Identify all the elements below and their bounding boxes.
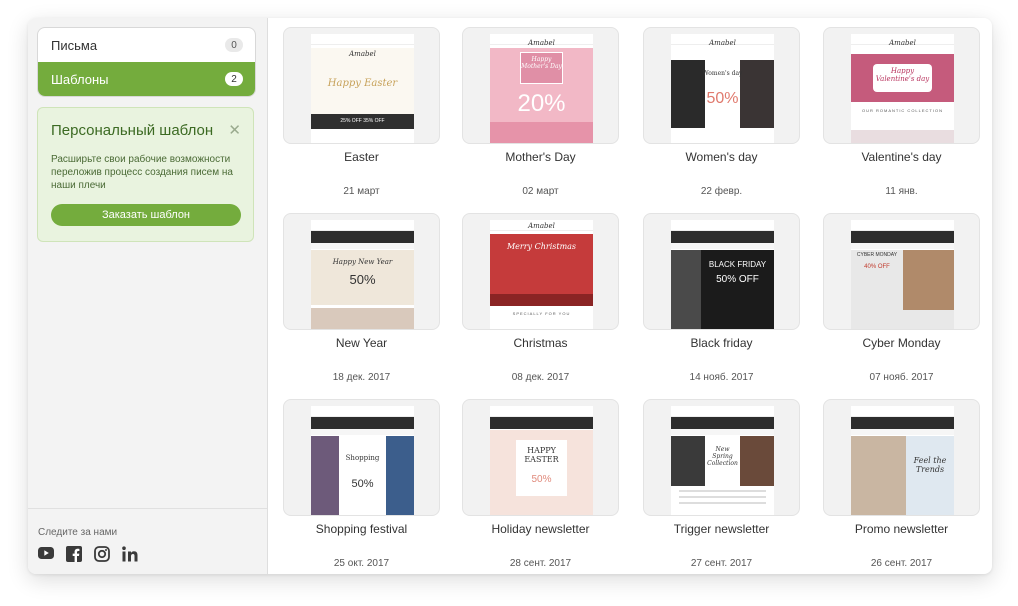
preview-sub: 50%	[706, 90, 739, 107]
preview-headline: New Spring Collection	[707, 446, 738, 467]
promo-title: Персональный шаблон	[51, 122, 214, 139]
template-date: 11 янв.	[885, 186, 918, 197]
follow-us: Следите за нами	[28, 508, 267, 574]
email-preview: Happy New Year 50%	[311, 220, 414, 329]
email-preview: Amabel Happy Mother's Day 20%	[490, 34, 593, 143]
template-thumbnail[interactable]: BLACK FRIDAY 50% OFF	[643, 213, 800, 330]
preview-sub: 20%	[517, 90, 566, 117]
template-date: 22 февр.	[700, 186, 743, 197]
preview-sub: 50%	[531, 474, 552, 485]
email-preview: Amabel Merry Christmas SPECIALLY FOR YOU	[490, 220, 593, 329]
preview-headline: BLACK FRIDAY	[708, 260, 767, 269]
brand-text: Amabel	[528, 39, 555, 47]
count-badge: 2	[225, 72, 243, 86]
order-template-button[interactable]: Заказать шаблон	[51, 204, 241, 226]
promo-text: Расширьте свои рабочие возможности перел…	[51, 154, 233, 191]
template-name: Mother's Day	[505, 150, 576, 164]
template-date: 18 дек. 2017	[332, 372, 391, 383]
template-name: Trigger newsletter	[673, 522, 770, 536]
template-thumbnail[interactable]: Amabel Happy Easter 25% OFF 35% OFF	[283, 27, 440, 144]
template-date: 28 сент. 2017	[509, 558, 572, 569]
folder-nav: Письма 0 Шаблоны 2	[37, 27, 256, 97]
nav-item-templates[interactable]: Шаблоны 2	[38, 62, 255, 96]
brand-text: Amabel	[528, 222, 555, 230]
preview-sub: 50%	[349, 272, 376, 287]
template-name: Christmas	[513, 336, 568, 350]
nav-item-label: Письма	[51, 37, 98, 53]
template-name: Cyber Monday	[862, 336, 941, 350]
preview-headline: CYBER MONDAY	[856, 252, 898, 258]
preview-headline: Feel the Trends	[913, 456, 947, 474]
email-preview: Amabel Women's day 50%	[671, 34, 774, 143]
template-date: 21 март	[343, 186, 380, 197]
instagram-icon[interactable]	[94, 546, 110, 562]
preview-headline: Shopping	[345, 454, 380, 462]
preview-sub: SPECIALLY FOR YOU	[512, 311, 571, 316]
brand-text: Amabel	[349, 50, 376, 58]
template-date: 14 нояб. 2017	[689, 372, 754, 383]
preview-headline: Merry Christmas	[506, 242, 577, 251]
brand-text: Amabel	[889, 39, 916, 47]
email-preview: Amabel Happy Valentine's day OUR ROMANTI…	[851, 34, 954, 143]
template-name: Promo newsletter	[854, 522, 949, 536]
template-thumbnail[interactable]: CYBER MONDAY 40% OFF	[823, 213, 980, 330]
template-name: Black friday	[690, 336, 753, 350]
email-preview: BLACK FRIDAY 50% OFF	[671, 220, 774, 329]
nav-item-label: Шаблоны	[51, 71, 109, 87]
close-icon[interactable]: ✕	[228, 121, 241, 139]
preview-sub: 25% OFF 35% OFF	[340, 118, 385, 124]
brand-text: Amabel	[709, 39, 736, 47]
preview-sub: 50%	[351, 478, 374, 490]
template-name: Women's day	[685, 150, 758, 164]
template-name: New Year	[335, 336, 388, 350]
preview-headline: Happy New Year	[332, 258, 393, 266]
youtube-icon[interactable]	[38, 546, 54, 562]
template-thumbnail[interactable]: Amabel Happy Valentine's day OUR ROMANTI…	[823, 27, 980, 144]
sidebar: Письма 0 Шаблоны 2 Персональный шаблон ✕…	[28, 18, 268, 574]
template-date: 08 дек. 2017	[511, 372, 570, 383]
preview-headline: Happy Easter	[327, 78, 398, 89]
template-thumbnail[interactable]: Shopping 50%	[283, 399, 440, 516]
preview-headline: Women's day	[702, 70, 743, 77]
template-name: Valentine's day	[861, 150, 942, 164]
preview-headline: Happy Mother's Day	[521, 56, 562, 70]
template-thumbnail[interactable]: Amabel Women's day 50%	[643, 27, 800, 144]
template-thumbnail[interactable]: Amabel Happy Mother's Day 20%	[462, 27, 619, 144]
email-preview: HAPPY EASTER 50%	[490, 406, 593, 515]
template-grid: Amabel Happy Easter 25% OFF 35% OFF East…	[268, 18, 992, 574]
social-links	[38, 546, 138, 562]
template-name: Holiday newsletter	[491, 522, 590, 536]
template-date: 07 нояб. 2017	[869, 372, 934, 383]
app-window: Письма 0 Шаблоны 2 Персональный шаблон ✕…	[28, 18, 992, 574]
template-date: 27 сент. 2017	[690, 558, 753, 569]
linkedin-icon[interactable]	[122, 546, 138, 562]
follow-label: Следите за нами	[38, 527, 118, 538]
template-date: 26 сент. 2017	[870, 558, 933, 569]
template-date: 02 март	[522, 186, 559, 197]
count-badge: 0	[225, 38, 243, 52]
preview-sub: 40% OFF	[864, 264, 890, 270]
preview-headline: Happy Valentine's day	[875, 67, 930, 83]
template-thumbnail[interactable]: Happy New Year 50%	[283, 213, 440, 330]
template-name: Easter	[344, 150, 379, 164]
email-preview: Shopping 50%	[311, 406, 414, 515]
email-preview: Feel the Trends	[851, 406, 954, 515]
facebook-icon[interactable]	[66, 546, 82, 562]
template-thumbnail[interactable]: Feel the Trends	[823, 399, 980, 516]
template-thumbnail[interactable]: Amabel Merry Christmas SPECIALLY FOR YOU	[462, 213, 619, 330]
email-preview: New Spring Collection	[671, 406, 774, 515]
template-name: Shopping festival	[315, 522, 408, 536]
email-preview: Amabel Happy Easter 25% OFF 35% OFF	[311, 34, 414, 143]
email-preview: CYBER MONDAY 40% OFF	[851, 220, 954, 329]
preview-headline: HAPPY EASTER	[524, 446, 559, 464]
personal-template-promo: Персональный шаблон ✕ Расширьте свои раб…	[37, 107, 254, 242]
preview-sub: 50% OFF	[716, 274, 759, 285]
template-thumbnail[interactable]: HAPPY EASTER 50%	[462, 399, 619, 516]
nav-item-letters[interactable]: Письма 0	[38, 28, 255, 62]
preview-sub: OUR ROMANTIC COLLECTION	[861, 108, 943, 113]
template-thumbnail[interactable]: New Spring Collection	[643, 399, 800, 516]
template-date: 25 окт. 2017	[333, 558, 390, 569]
